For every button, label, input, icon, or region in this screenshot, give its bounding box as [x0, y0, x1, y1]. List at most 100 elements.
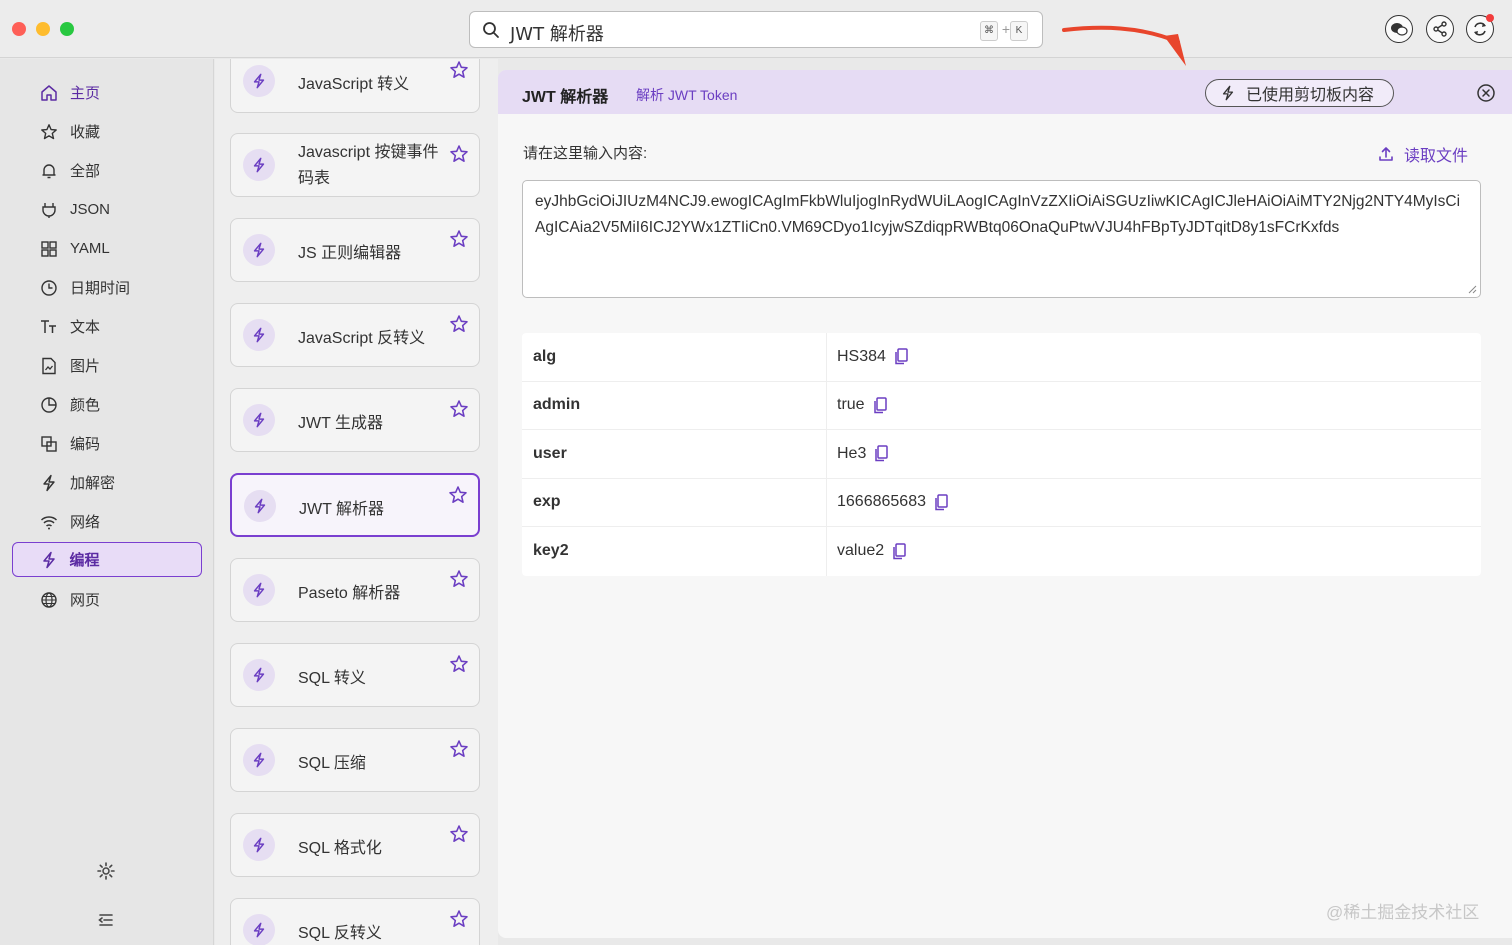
sidebar-item-yaml[interactable]: YAML	[12, 231, 202, 266]
favorite-star-icon[interactable]	[449, 909, 469, 934]
row-value: 1666865683	[837, 493, 926, 511]
sidebar-item-datetime[interactable]: 日期时间	[12, 270, 202, 305]
result-table: alg HS384 admin true user He3 exp 166686…	[522, 333, 1481, 576]
jwt-input-textarea[interactable]: eyJhbGciOiJIUzM4NCJ9.ewogICAgImFkbWluIjo…	[522, 180, 1481, 298]
sidebar-item-web[interactable]: 网页	[12, 582, 202, 617]
sidebar-item-programming[interactable]: 编程	[12, 542, 202, 577]
sidebar-item-label: 网络	[70, 514, 101, 531]
sidebar-item-text[interactable]: 文本	[12, 309, 202, 344]
bolt-icon	[243, 65, 275, 97]
tool-card[interactable]: SQL 反转义	[230, 898, 480, 945]
row-key: admin	[522, 381, 827, 429]
sidebar-item-label: 文本	[70, 319, 101, 336]
bell-icon	[40, 162, 58, 180]
settings-gear-icon[interactable]	[96, 861, 116, 881]
image-file-icon	[40, 357, 58, 375]
favorite-star-icon[interactable]	[449, 654, 469, 679]
wechat-button[interactable]	[1385, 15, 1413, 43]
favorite-star-icon[interactable]	[449, 314, 469, 339]
resize-handle-icon[interactable]	[1467, 284, 1477, 294]
tool-card[interactable]: SQL 转义	[230, 643, 480, 707]
page-subtitle: 解析 JWT Token	[636, 87, 738, 103]
tool-card-active[interactable]: JWT 解析器	[230, 473, 480, 537]
bolt-icon	[40, 551, 58, 569]
zoom-window-button[interactable]	[60, 22, 74, 36]
read-file-button[interactable]: 读取文件	[1378, 142, 1468, 166]
tool-card[interactable]: SQL 格式化	[230, 813, 480, 877]
bolt-icon	[243, 574, 275, 606]
close-panel-icon[interactable]	[1476, 83, 1496, 103]
copy-squares-icon	[40, 435, 58, 453]
row-key: user	[522, 430, 827, 478]
favorite-star-icon[interactable]	[449, 60, 469, 85]
wechat-icon	[1391, 23, 1408, 36]
tool-card[interactable]: Paseto 解析器	[230, 558, 480, 622]
bolt-icon	[40, 474, 58, 492]
bolt-icon	[243, 914, 275, 945]
bolt-icon	[243, 404, 275, 436]
tool-card[interactable]: JWT 生成器	[230, 388, 480, 452]
sidebar-item-all[interactable]: 全部	[12, 153, 202, 188]
row-value: HS384	[837, 347, 886, 365]
favorite-star-icon[interactable]	[449, 569, 469, 594]
sidebar-item-label: 图片	[70, 358, 101, 375]
favorite-star-icon[interactable]	[449, 399, 469, 424]
favorite-star-icon[interactable]	[449, 144, 469, 169]
wifi-icon	[40, 513, 58, 531]
copy-icon[interactable]	[892, 543, 906, 560]
sidebar-item-color[interactable]: 颜色	[12, 387, 202, 422]
copy-icon[interactable]	[874, 445, 889, 462]
row-value-cell: 1666865683	[827, 479, 1481, 527]
tool-card[interactable]: JS 正则编辑器	[230, 218, 480, 282]
collapse-menu-icon[interactable]	[96, 910, 116, 930]
globe-icon	[40, 591, 58, 609]
share-button[interactable]	[1426, 15, 1454, 43]
search-input[interactable]: JWT 解析器 ⌘ + K	[469, 11, 1043, 48]
sidebar-item-label: 加解密	[70, 475, 116, 492]
copy-icon[interactable]	[873, 397, 887, 414]
sidebar-item-network[interactable]: 网络	[12, 504, 202, 539]
page-title: JWT 解析器	[522, 89, 609, 106]
tool-card[interactable]: Javascript 按键事件码表	[230, 133, 480, 197]
sync-icon	[1474, 22, 1486, 36]
sidebar-item-encoding[interactable]: 编码	[12, 426, 202, 461]
bolt-icon	[243, 829, 275, 861]
bolt-icon	[1220, 85, 1236, 101]
sidebar-item-label: 编码	[70, 436, 101, 453]
table-row: user He3	[522, 430, 1481, 479]
clipboard-button[interactable]: 已使用剪切板内容	[1205, 79, 1394, 107]
sidebar-item-label: 编程	[69, 552, 100, 569]
sync-button[interactable]	[1466, 14, 1494, 43]
close-window-button[interactable]	[12, 22, 26, 36]
sidebar-item-favorites[interactable]: 收藏	[12, 114, 202, 149]
tool-card[interactable]: JavaScript 转义	[230, 59, 480, 113]
grid-icon	[40, 240, 58, 258]
sidebar-item-image[interactable]: 图片	[12, 348, 202, 383]
watermark: @稀土掘金技术社区	[1326, 903, 1480, 922]
favorite-star-icon[interactable]	[449, 229, 469, 254]
copy-icon[interactable]	[934, 494, 948, 511]
favorite-star-icon[interactable]	[448, 485, 468, 510]
panel-header: JWT 解析器 解析 JWT Token 已使用剪切板内容	[498, 70, 1512, 114]
search-text: JWT 解析器	[510, 24, 604, 45]
title-bar: JWT 解析器 ⌘ + K	[0, 0, 1512, 66]
row-key: exp	[522, 478, 827, 526]
row-key: key2	[522, 527, 827, 576]
favorite-star-icon[interactable]	[449, 739, 469, 764]
sidebar-item-json[interactable]: JSON	[12, 192, 202, 227]
sidebar-item-crypto[interactable]: 加解密	[12, 465, 202, 500]
tool-card[interactable]: SQL 压缩	[230, 728, 480, 792]
tool-card[interactable]: JavaScript 反转义	[230, 303, 480, 367]
row-value-cell: true	[827, 382, 1481, 430]
sidebar-item-home[interactable]: 主页	[12, 75, 202, 110]
table-row: key2 value2	[522, 527, 1481, 576]
tool-card-label: SQL 格式化	[298, 840, 382, 857]
row-value: He3	[837, 444, 867, 462]
table-row: exp 1666865683	[522, 478, 1481, 527]
favorite-star-icon[interactable]	[449, 824, 469, 849]
sidebar-item-label: YAML	[70, 240, 110, 257]
copy-icon[interactable]	[894, 348, 908, 365]
plug-icon	[40, 201, 58, 219]
home-icon	[40, 84, 58, 102]
minimize-window-button[interactable]	[36, 22, 50, 36]
